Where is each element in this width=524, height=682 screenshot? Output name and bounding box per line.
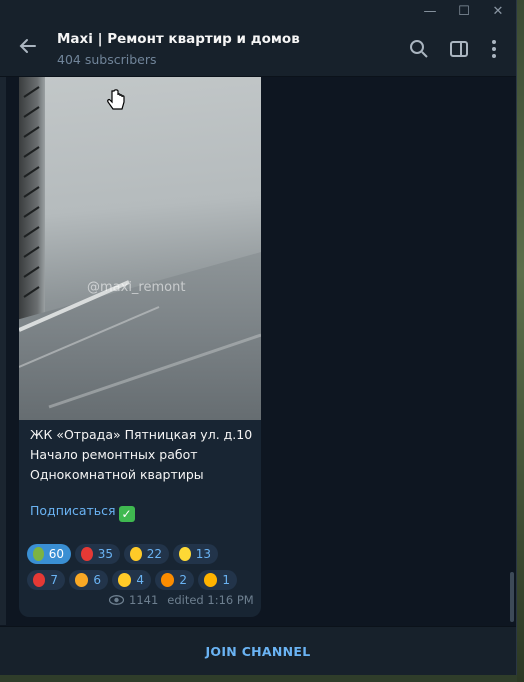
strawberry-icon bbox=[81, 547, 93, 561]
reaction-champagne[interactable]: 60 bbox=[27, 544, 71, 564]
reaction-party-popper[interactable]: 2 bbox=[155, 570, 194, 590]
trophy-icon bbox=[75, 573, 89, 587]
channel-title[interactable]: Maxi | Ремонт квартир и домов bbox=[57, 31, 300, 47]
lightning-icon bbox=[179, 547, 191, 561]
heart-icon bbox=[33, 573, 46, 587]
scrollbar-thumb[interactable] bbox=[510, 572, 514, 622]
party-popper-icon bbox=[161, 573, 175, 587]
hand-cursor-icon bbox=[107, 89, 125, 110]
check-mark-icon: ✓ bbox=[118, 506, 135, 522]
reaction-count: 2 bbox=[179, 573, 187, 587]
message-feed[interactable]: @maxi_remont ЖК «Отрада» Пятницкая ул. д… bbox=[6, 77, 508, 625]
title-bar: — ☐ ✕ bbox=[0, 0, 516, 22]
champagne-icon bbox=[33, 547, 44, 561]
join-channel-button[interactable]: JOIN CHANNEL bbox=[205, 644, 310, 659]
view-count: 1141 bbox=[129, 593, 159, 607]
sidebar-toggle-icon[interactable] bbox=[447, 37, 471, 61]
reaction-trophy[interactable]: 6 bbox=[69, 570, 108, 590]
reaction-lightning[interactable]: 13 bbox=[173, 544, 218, 564]
reaction-strawberry[interactable]: 35 bbox=[75, 544, 120, 564]
video-watermark: @maxi_remont bbox=[87, 280, 186, 295]
post-line-2: Начало ремонтных работ bbox=[30, 447, 198, 462]
video-frame-lines bbox=[19, 86, 261, 409]
reaction-clapping-hands[interactable]: 4 bbox=[112, 570, 151, 590]
chat-header: Maxi | Ремонт квартир и домов 404 subscr… bbox=[0, 22, 516, 77]
edited-timestamp: edited 1:16 PM bbox=[167, 593, 254, 607]
back-arrow-icon[interactable] bbox=[18, 36, 44, 62]
channel-post[interactable]: @maxi_remont ЖК «Отрада» Пятницкая ул. д… bbox=[19, 77, 261, 617]
reaction-heart[interactable]: 7 bbox=[27, 570, 65, 590]
maximize-icon[interactable]: ☐ bbox=[447, 0, 481, 22]
post-meta: 1141 edited 1:16 PM bbox=[109, 593, 254, 607]
post-line-3: Однокомнатной квартиры bbox=[30, 467, 204, 482]
subscribe-link[interactable]: Подписаться bbox=[30, 503, 116, 518]
smiling-hearts-face-icon bbox=[204, 573, 218, 587]
telegram-window: — ☐ ✕ Maxi | Ремонт квартир и домов 404 … bbox=[0, 0, 517, 675]
eye-icon bbox=[109, 595, 124, 605]
reaction-count: 1 bbox=[222, 573, 230, 587]
subscriber-count: 404 subscribers bbox=[57, 52, 157, 67]
post-line-1: ЖК «Отрада» Пятницкая ул. д.10 bbox=[30, 427, 253, 442]
reaction-count: 7 bbox=[50, 573, 58, 587]
reaction-thumbs-up[interactable]: 22 bbox=[124, 544, 169, 564]
video-preview[interactable]: @maxi_remont bbox=[19, 77, 261, 420]
clapping-hands-icon bbox=[118, 573, 132, 587]
minimize-icon[interactable]: — bbox=[413, 0, 447, 22]
reaction-count: 6 bbox=[93, 573, 101, 587]
more-options-icon[interactable] bbox=[482, 37, 506, 61]
reaction-count: 60 bbox=[48, 547, 64, 561]
search-icon[interactable] bbox=[407, 37, 431, 61]
reaction-count: 35 bbox=[97, 547, 113, 561]
close-icon[interactable]: ✕ bbox=[481, 0, 515, 22]
thumbs-up-icon bbox=[130, 547, 142, 561]
desktop-background bbox=[517, 0, 524, 682]
reaction-count: 4 bbox=[136, 573, 144, 587]
reaction-smiling-hearts-face[interactable]: 1 bbox=[198, 570, 237, 590]
post-text: ЖК «Отрада» Пятницкая ул. д.10 Начало ре… bbox=[30, 425, 252, 522]
footer-bar: JOIN CHANNEL bbox=[0, 626, 516, 675]
reaction-count: 22 bbox=[146, 547, 162, 561]
reaction-count: 13 bbox=[195, 547, 211, 561]
scrollbar[interactable] bbox=[508, 77, 516, 625]
